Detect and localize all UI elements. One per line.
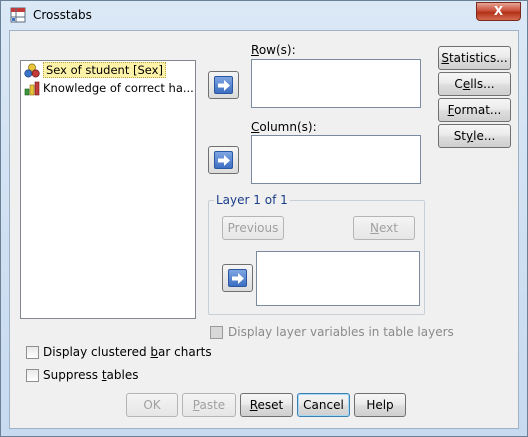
move-to-columns-button[interactable] (208, 146, 239, 174)
previous-layer-button[interactable]: Previous (222, 216, 284, 240)
clustered-bar-charts-label: Display clustered bar charts (43, 345, 212, 359)
reset-button[interactable]: Reset (240, 393, 293, 417)
columns-label: Column(s): (251, 120, 317, 134)
layer-list[interactable] (256, 251, 420, 306)
move-to-layer-button[interactable] (222, 264, 253, 292)
list-item-sex[interactable]: Sex of student [Sex] (24, 62, 194, 79)
rows-label: Row(s): (251, 43, 296, 57)
crosstabs-app-icon (10, 7, 26, 23)
columns-list[interactable] (251, 135, 421, 184)
suppress-tables-checkbox[interactable] (26, 369, 39, 382)
variable-label: Knowledge of correct ha... (43, 81, 194, 95)
paste-button[interactable]: Paste (182, 393, 236, 417)
arrow-right-icon (232, 273, 244, 284)
variable-list[interactable]: Sex of student [Sex] Knowledge of correc… (20, 60, 196, 319)
cancel-button[interactable]: Cancel (297, 393, 350, 417)
ok-button[interactable]: OK (126, 393, 178, 417)
list-item-knowledge[interactable]: Knowledge of correct ha... (24, 80, 194, 97)
title-bar[interactable]: Crosstabs X (1, 1, 527, 29)
arrow-right-icon (218, 155, 230, 166)
statistics-button[interactable]: Statistics... (438, 46, 511, 70)
clustered-bar-charts-checkbox[interactable] (26, 346, 39, 359)
ordinal-icon (24, 81, 40, 96)
next-layer-button[interactable]: Next (353, 216, 415, 240)
cells-button[interactable]: Cells... (438, 72, 511, 96)
suppress-tables-label: Suppress tables (43, 368, 139, 382)
layer-title: Layer 1 of 1 (214, 193, 290, 207)
variable-label: Sex of student [Sex] (43, 62, 166, 78)
display-layer-variables-label: Display layer variables in table layers (228, 325, 454, 339)
close-button[interactable]: X (476, 2, 521, 21)
close-icon: X (493, 4, 504, 18)
help-button[interactable]: Help (354, 393, 406, 417)
format-button[interactable]: Format... (438, 98, 511, 122)
arrow-right-icon (218, 80, 230, 91)
move-to-rows-button[interactable] (208, 71, 239, 99)
display-layer-variables-checkbox[interactable] (210, 326, 223, 339)
window-title: Crosstabs (33, 8, 92, 22)
rows-list[interactable] (251, 59, 421, 108)
nominal-icon (24, 63, 40, 78)
style-button[interactable]: Style... (438, 124, 511, 148)
